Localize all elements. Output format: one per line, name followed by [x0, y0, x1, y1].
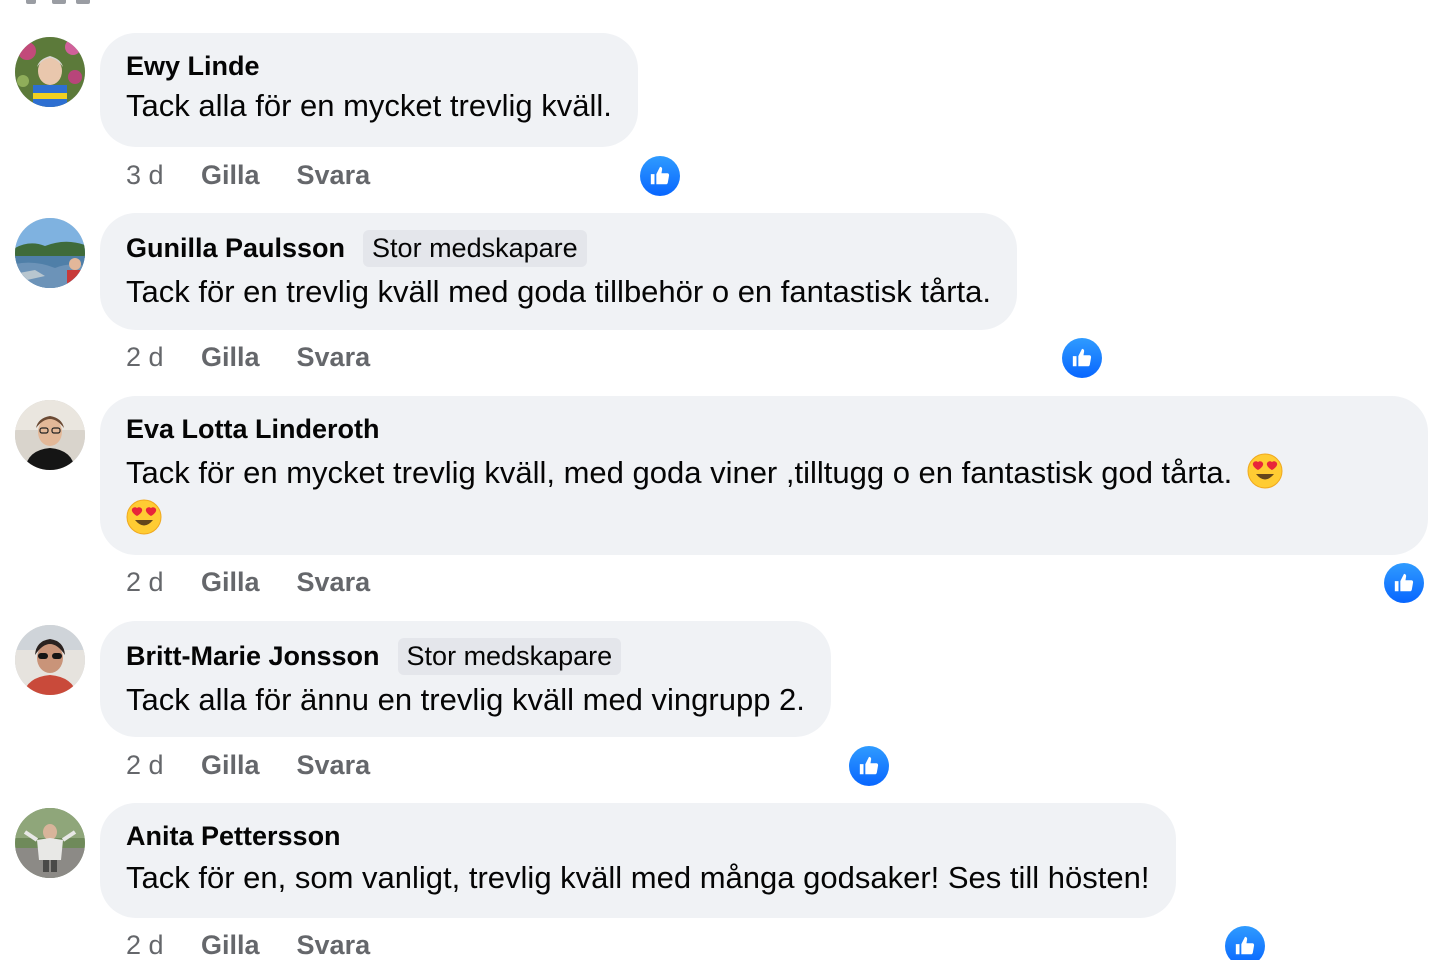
comment-author[interactable]: Anita Pettersson [126, 821, 341, 852]
comment-bubble: Ewy Linde Tack alla för en mycket trevli… [100, 33, 638, 147]
heart-eyes-emoji [126, 499, 162, 535]
like-reaction-icon[interactable] [1384, 563, 1424, 603]
comment-timestamp[interactable]: 2 d [126, 930, 201, 960]
top-contributor-badge[interactable]: Stor medskapare [397, 637, 622, 675]
comment-text: Tack alla för en mycket trevlig kväll. [126, 88, 612, 123]
comment-actions: 2 d Gilla Svara [126, 342, 407, 373]
like-reaction-icon[interactable] [640, 156, 680, 196]
comment-text: Tack alla för ännu en trevlig kväll med … [126, 682, 805, 717]
avatar[interactable] [15, 625, 85, 695]
comment-text: Tack för en, som vanligt, trevlig kväll … [126, 860, 1150, 895]
comment-text: Tack för en trevlig kväll med goda tillb… [126, 274, 991, 309]
comment-author[interactable]: Britt-Marie Jonsson [126, 641, 380, 672]
comment-text-content: Tack för en mycket trevlig kväll, med go… [126, 455, 1233, 490]
heart-eyes-emoji [1247, 453, 1283, 489]
like-button[interactable]: Gilla [201, 160, 260, 191]
avatar[interactable] [15, 808, 85, 878]
like-button[interactable]: Gilla [201, 750, 260, 781]
comment-bubble: Eva Lotta Linderoth Tack för en mycket t… [100, 396, 1428, 555]
like-button[interactable]: Gilla [201, 930, 260, 960]
comment-timestamp[interactable]: 2 d [126, 342, 201, 373]
like-button[interactable]: Gilla [201, 567, 260, 598]
comment-actions: 2 d Gilla Svara [126, 930, 407, 960]
comment-author[interactable]: Gunilla Paulsson [126, 233, 345, 264]
reply-button[interactable]: Svara [297, 160, 371, 191]
comment-bubble: Anita Pettersson Tack för en, som vanlig… [100, 803, 1176, 918]
comment-list: Ewy Linde Tack alla för en mycket trevli… [0, 0, 1454, 960]
previous-content-edge [0, 0, 120, 4]
reply-button[interactable]: Svara [297, 750, 371, 781]
like-reaction-icon[interactable] [1225, 926, 1265, 960]
top-contributor-badge[interactable]: Stor medskapare [363, 229, 587, 267]
avatar[interactable] [15, 400, 85, 470]
comment-actions: 2 d Gilla Svara [126, 750, 407, 781]
comment-timestamp[interactable]: 3 d [126, 160, 201, 191]
comment-timestamp[interactable]: 2 d [126, 567, 201, 598]
comment-bubble: Gunilla Paulsson Stor medskapare Tack fö… [100, 213, 1017, 330]
comment-actions: 2 d Gilla Svara [126, 567, 407, 598]
comment-bubble: Britt-Marie Jonsson Stor medskapare Tack… [100, 621, 831, 737]
like-button[interactable]: Gilla [201, 342, 260, 373]
like-reaction-icon[interactable] [1062, 338, 1102, 378]
reply-button[interactable]: Svara [297, 567, 371, 598]
reply-button[interactable]: Svara [297, 930, 371, 960]
comment-timestamp[interactable]: 2 d [126, 750, 201, 781]
comment-author[interactable]: Eva Lotta Linderoth [126, 414, 380, 445]
comment-text: Tack för en mycket trevlig kväll, med go… [126, 450, 1402, 542]
comment-actions: 3 d Gilla Svara [126, 160, 407, 191]
comment-author[interactable]: Ewy Linde [126, 51, 260, 82]
avatar[interactable] [15, 218, 85, 288]
like-reaction-icon[interactable] [849, 746, 889, 786]
reply-button[interactable]: Svara [297, 342, 371, 373]
avatar[interactable] [15, 37, 85, 107]
